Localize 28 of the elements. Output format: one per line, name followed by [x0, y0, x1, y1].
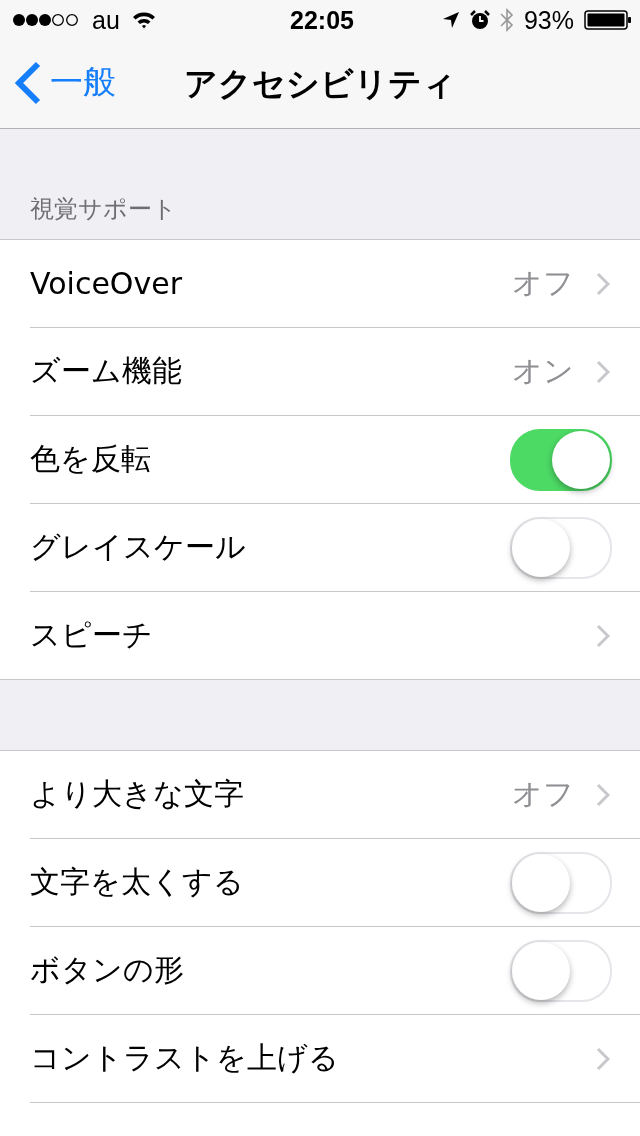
- bluetooth-icon: [499, 8, 514, 32]
- settings-row[interactable]: より大きな文字 オフ: [30, 751, 640, 839]
- signal-icon: [12, 13, 80, 27]
- settings-row[interactable]: VoiceOver オフ: [30, 240, 640, 328]
- toggle-row[interactable]: ボタンの形: [30, 927, 640, 1015]
- back-chevron-icon: [14, 60, 42, 105]
- chevron-icon: [596, 271, 610, 296]
- battery-icon: [584, 10, 632, 30]
- toggle-row[interactable]: グレイスケール: [30, 504, 640, 592]
- clock-time: 22:05: [290, 5, 354, 35]
- toggle-row[interactable]: 色を反転: [30, 416, 640, 504]
- toggle-switch[interactable]: [510, 428, 612, 491]
- alarm-clock-icon: [469, 10, 490, 30]
- settings-row[interactable]: ズーム機能 オン: [30, 328, 640, 416]
- chevron-icon: [596, 782, 610, 807]
- settings-row[interactable]: コントラストを上げる: [30, 1015, 640, 1103]
- screen-title: アクセシビリティ: [184, 62, 456, 105]
- chevron-icon: [596, 359, 610, 384]
- chevron-icon: [596, 623, 610, 648]
- section-header: 視覚サポート: [30, 194, 177, 225]
- location-arrow-icon: [441, 11, 460, 29]
- toggle-row[interactable]: 文字を太くする: [30, 839, 640, 927]
- back-button[interactable]: 一般: [14, 60, 116, 105]
- chevron-icon: [596, 1046, 610, 1071]
- battery-percentage: 93%: [523, 5, 574, 35]
- settings-row[interactable]: スピーチ: [0, 592, 640, 680]
- carrier-name: au: [92, 5, 120, 35]
- wifi-icon: [131, 11, 156, 29]
